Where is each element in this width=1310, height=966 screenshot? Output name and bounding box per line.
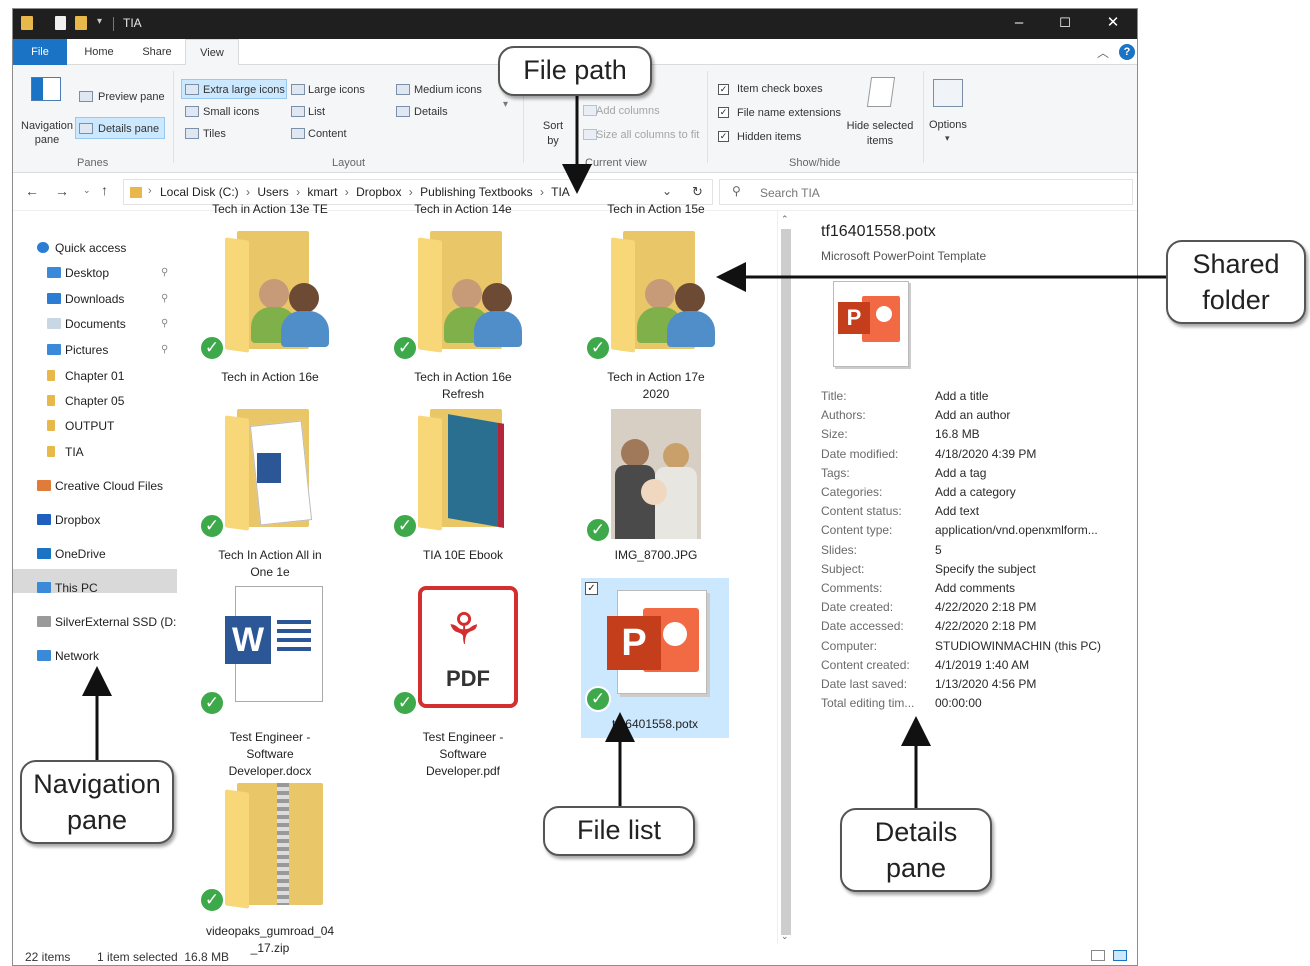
- callout-shared-folder: Shared folder: [1166, 240, 1306, 324]
- callout-line: pane: [885, 853, 947, 883]
- callout-line: Navigation: [33, 769, 161, 799]
- callout-line: Details: [874, 817, 958, 847]
- callout-file-path: File path: [498, 46, 652, 96]
- callout-navigation-pane: Navigation pane: [20, 760, 174, 844]
- page: ▾ TIA – ☐ ✕ File Home Share View ︿ ? Nav…: [0, 0, 1310, 966]
- callout-file-list: File list: [543, 806, 695, 856]
- callout-line: pane: [66, 805, 128, 835]
- callout-details-pane: Details pane: [840, 808, 992, 892]
- callout-line: Shared: [1192, 249, 1280, 279]
- callout-line: folder: [1202, 285, 1270, 315]
